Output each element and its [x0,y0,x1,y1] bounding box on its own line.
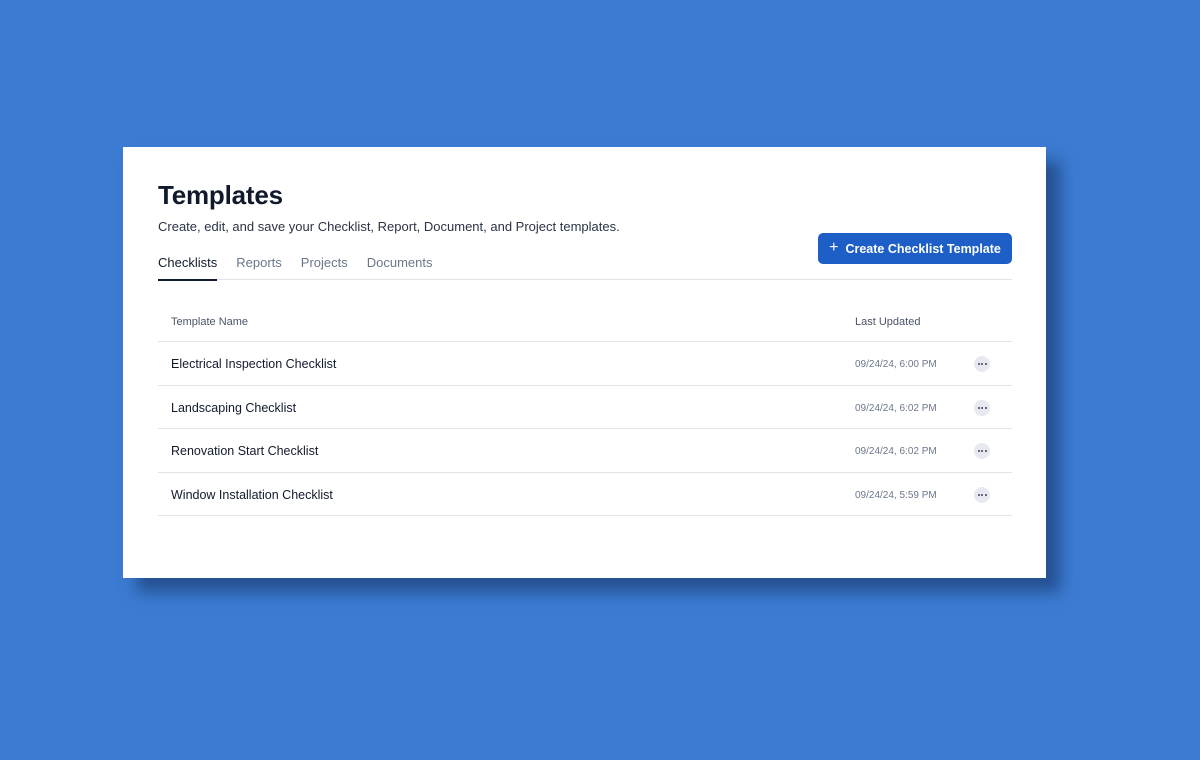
template-name[interactable]: Landscaping Checklist [171,401,296,415]
tab-projects[interactable]: Projects [301,252,348,280]
templates-table: Template Name Last Updated Electrical In… [158,300,1012,516]
more-horizontal-icon [977,406,987,409]
column-header-last-updated[interactable]: Last Updated [855,316,920,328]
row-actions-button[interactable] [974,443,990,459]
row-actions-button[interactable] [974,399,990,416]
table-row[interactable]: Landscaping Checklist 09/24/24, 6:02 PM [158,386,1012,429]
last-updated: 09/24/24, 6:00 PM [855,359,937,370]
last-updated: 09/24/24, 5:59 PM [855,489,937,501]
more-horizontal-icon [977,363,987,365]
row-actions-button[interactable] [974,486,990,503]
tab-bar: Checklists Reports Projects Documents [158,252,1012,281]
table-header: Template Name Last Updated [158,300,1012,342]
tab-reports[interactable]: Reports [236,252,282,280]
page-title: Templates [158,180,283,210]
tab-checklists[interactable]: Checklists [158,252,218,281]
table-row[interactable]: Renovation Start Checklist 09/24/24, 6:0… [158,429,1012,473]
templates-panel: Templates Create, edit, and save your Ch… [123,147,1046,578]
more-horizontal-icon [977,450,987,452]
template-name[interactable]: Renovation Start Checklist [171,444,318,458]
template-name[interactable]: Window Installation Checklist [171,488,333,502]
column-header-template-name[interactable]: Template Name [171,316,248,328]
page-subtitle: Create, edit, and save your Checklist, R… [158,219,620,234]
last-updated: 09/24/24, 6:02 PM [855,446,937,457]
more-horizontal-icon [977,493,987,496]
tab-documents[interactable]: Documents [367,252,433,280]
table-row[interactable]: Electrical Inspection Checklist 09/24/24… [158,342,1012,386]
last-updated: 09/24/24, 6:02 PM [855,402,937,414]
row-actions-button[interactable] [974,356,990,372]
table-row[interactable]: Window Installation Checklist 09/24/24, … [158,473,1012,516]
template-name[interactable]: Electrical Inspection Checklist [171,357,336,371]
